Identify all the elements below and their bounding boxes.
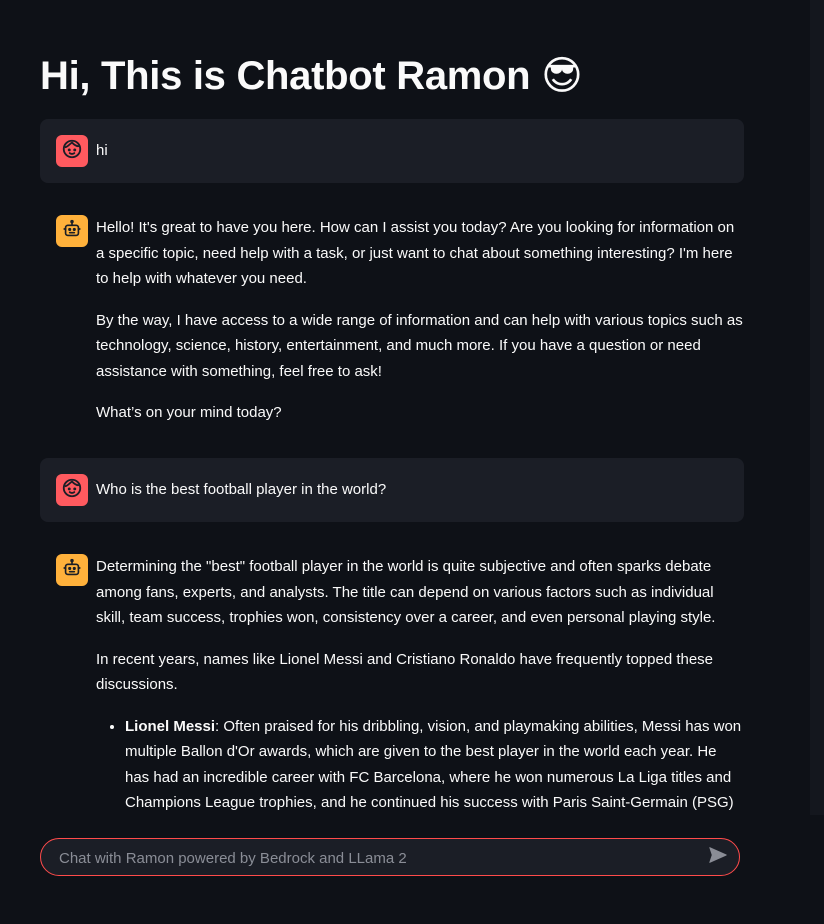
chat-input-container xyxy=(40,838,740,877)
robot-icon xyxy=(61,557,83,584)
chat-message-assistant: Hello! It's great to have you here. How … xyxy=(40,199,744,439)
message-paragraph: Who is the best football player in the w… xyxy=(96,481,387,498)
assistant-avatar xyxy=(56,554,88,586)
message-content: hi xyxy=(96,138,744,164)
message-content: Hello! It's great to have you here. How … xyxy=(96,215,744,442)
page-title: Hi, This is Chatbot Ramon 😎 xyxy=(40,54,583,98)
scrollbar-track[interactable] xyxy=(810,0,824,924)
chat-message-user: Who is the best football player in the w… xyxy=(40,458,744,522)
message-paragraph: What’s on your mind today? xyxy=(96,404,282,421)
chat-input[interactable] xyxy=(57,839,701,877)
message-paragraph: Hello! It's great to have you here. How … xyxy=(96,219,735,287)
message-paragraph: hi xyxy=(96,142,108,159)
send-button[interactable] xyxy=(707,846,729,869)
user-face-icon xyxy=(61,138,83,165)
message-content: Who is the best football player in the w… xyxy=(96,477,744,503)
robot-icon xyxy=(61,218,83,245)
chat-message-user: hi xyxy=(40,119,744,183)
assistant-avatar xyxy=(56,215,88,247)
message-paragraph: By the way, I have access to a wide rang… xyxy=(96,311,743,380)
message-paragraph: Determining the "best" football player i… xyxy=(96,558,716,626)
user-avatar xyxy=(56,135,88,167)
send-icon xyxy=(708,846,728,869)
user-face-icon xyxy=(61,477,83,504)
user-avatar xyxy=(56,474,88,506)
chat-message-assistant: Determining the "best" football player i… xyxy=(40,538,744,838)
list-item-bold: Lionel Messi xyxy=(125,717,216,735)
message-content: Determining the "best" football player i… xyxy=(96,554,744,841)
message-paragraph: In recent years, names like Lionel Messi… xyxy=(96,650,714,694)
